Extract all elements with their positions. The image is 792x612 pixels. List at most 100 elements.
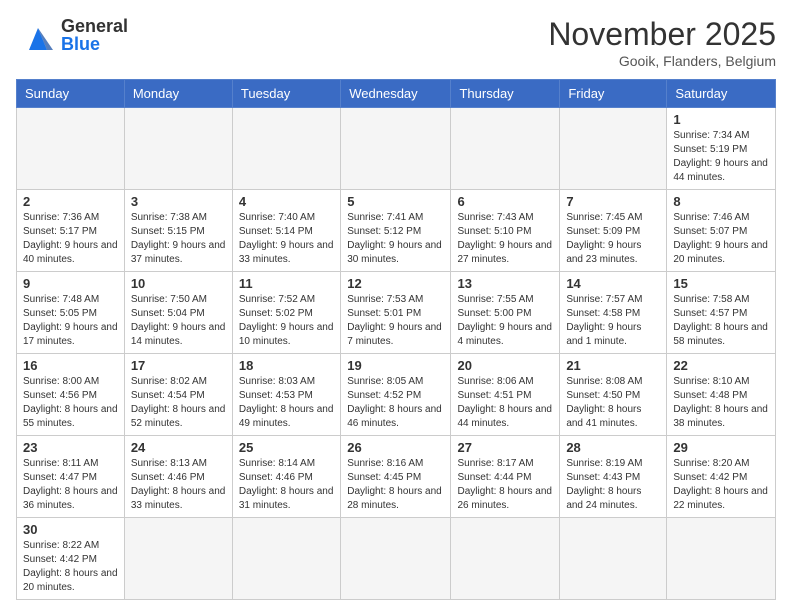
calendar-cell: 20Sunrise: 8:06 AM Sunset: 4:51 PM Dayli… <box>451 354 560 436</box>
calendar-cell: 24 Sunrise: 8:13 AM Sunset: 4:46 PM Dayli… <box>124 436 232 518</box>
calendar-cell: 6Sunrise: 7:43 AM Sunset: 5:10 PM Daylig… <box>451 190 560 272</box>
calendar-cell <box>341 108 451 190</box>
day-info: Sunrise: 8:17 AM Sunset: 4:44 PM Dayligh… <box>457 457 553 513</box>
day-number: 4 <box>239 194 334 209</box>
day-info: Sunrise: 8:03 AM Sunset: 4:53 PM Dayligh… <box>239 375 334 431</box>
day-info: Sunrise: 7:36 AM Sunset: 5:17 PM Dayligh… <box>23 211 118 267</box>
day-number: 12 <box>347 276 444 291</box>
day-number: 9 <box>23 276 118 291</box>
subtitle: Gooik, Flanders, Belgium <box>548 53 776 69</box>
calendar-cell: 23Sunrise: 8:11 AM Sunset: 4:47 PM Dayli… <box>17 436 125 518</box>
calendar-cell: 17 Sunrise: 8:02 AM Sunset: 4:54 PM Dayli… <box>124 354 232 436</box>
calendar-cell: 10 Sunrise: 7:50 AM Sunset: 5:04 PM Dayli… <box>124 272 232 354</box>
weekday-header-row: SundayMondayTuesdayWednesdayThursdayFrid… <box>17 80 776 108</box>
calendar-cell: 1 Sunrise: 7:34 AM Sunset: 5:19 PM Daylig… <box>667 108 776 190</box>
day-info: Sunrise: 7:48 AM Sunset: 5:05 PM Dayligh… <box>23 293 118 349</box>
day-number: 29 <box>673 440 769 455</box>
calendar-cell <box>17 108 125 190</box>
day-info: Sunrise: 7:55 AM Sunset: 5:00 PM Dayligh… <box>457 293 553 349</box>
day-info: Sunrise: 8:22 AM Sunset: 4:42 PM Dayligh… <box>23 539 118 595</box>
main-title: November 2025 <box>548 16 776 53</box>
day-info: Sunrise: 8:00 AM Sunset: 4:56 PM Dayligh… <box>23 375 118 431</box>
day-number: 28 <box>566 440 660 455</box>
day-info: Sunrise: 8:10 AM Sunset: 4:48 PM Dayligh… <box>673 375 769 431</box>
weekday-header-friday: Friday <box>560 80 667 108</box>
weekday-header-sunday: Sunday <box>17 80 125 108</box>
calendar-cell: 19 Sunrise: 8:05 AM Sunset: 4:52 PM Dayli… <box>341 354 451 436</box>
calendar-cell: 12 Sunrise: 7:53 AM Sunset: 5:01 PM Dayli… <box>341 272 451 354</box>
calendar-cell <box>560 108 667 190</box>
calendar-cell: 11Sunrise: 7:52 AM Sunset: 5:02 PM Dayli… <box>232 272 340 354</box>
day-number: 24 <box>131 440 226 455</box>
day-number: 5 <box>347 194 444 209</box>
day-number: 26 <box>347 440 444 455</box>
calendar-cell <box>451 108 560 190</box>
logo-svg <box>19 16 57 54</box>
day-info: Sunrise: 8:08 AM Sunset: 4:50 PM Dayligh… <box>566 375 660 431</box>
day-info: Sunrise: 8:13 AM Sunset: 4:46 PM Dayligh… <box>131 457 226 513</box>
weekday-header-thursday: Thursday <box>451 80 560 108</box>
day-info: Sunrise: 7:41 AM Sunset: 5:12 PM Dayligh… <box>347 211 444 267</box>
day-number: 22 <box>673 358 769 373</box>
day-info: Sunrise: 7:46 AM Sunset: 5:07 PM Dayligh… <box>673 211 769 267</box>
day-number: 17 <box>131 358 226 373</box>
day-number: 10 <box>131 276 226 291</box>
calendar-week-1: 2 Sunrise: 7:36 AM Sunset: 5:17 PM Daylig… <box>17 190 776 272</box>
calendar-cell: 15Sunrise: 7:58 AM Sunset: 4:57 PM Dayli… <box>667 272 776 354</box>
day-number: 19 <box>347 358 444 373</box>
calendar-cell: 13 Sunrise: 7:55 AM Sunset: 5:00 PM Dayli… <box>451 272 560 354</box>
calendar-week-5: 30Sunrise: 8:22 AM Sunset: 4:42 PM Dayli… <box>17 518 776 600</box>
calendar-cell: 22 Sunrise: 8:10 AM Sunset: 4:48 PM Dayli… <box>667 354 776 436</box>
calendar-cell: 28Sunrise: 8:19 AM Sunset: 4:43 PM Dayli… <box>560 436 667 518</box>
calendar-week-0: 1 Sunrise: 7:34 AM Sunset: 5:19 PM Daylig… <box>17 108 776 190</box>
calendar-cell <box>451 518 560 600</box>
calendar-cell: 3 Sunrise: 7:38 AM Sunset: 5:15 PM Daylig… <box>124 190 232 272</box>
day-info: Sunrise: 7:57 AM Sunset: 4:58 PM Dayligh… <box>566 293 660 349</box>
day-info: Sunrise: 7:50 AM Sunset: 5:04 PM Dayligh… <box>131 293 226 349</box>
day-number: 6 <box>457 194 553 209</box>
calendar-cell: 2 Sunrise: 7:36 AM Sunset: 5:17 PM Daylig… <box>17 190 125 272</box>
day-number: 13 <box>457 276 553 291</box>
calendar-cell: 25Sunrise: 8:14 AM Sunset: 4:46 PM Dayli… <box>232 436 340 518</box>
day-number: 25 <box>239 440 334 455</box>
calendar-cell: 30Sunrise: 8:22 AM Sunset: 4:42 PM Dayli… <box>17 518 125 600</box>
day-info: Sunrise: 7:38 AM Sunset: 5:15 PM Dayligh… <box>131 211 226 267</box>
header: General Blue November 2025 Gooik, Flande… <box>16 16 776 69</box>
day-info: Sunrise: 8:11 AM Sunset: 4:47 PM Dayligh… <box>23 457 118 513</box>
calendar-cell: 16 Sunrise: 8:00 AM Sunset: 4:56 PM Dayli… <box>17 354 125 436</box>
day-number: 16 <box>23 358 118 373</box>
day-info: Sunrise: 7:45 AM Sunset: 5:09 PM Dayligh… <box>566 211 660 267</box>
calendar-week-2: 9 Sunrise: 7:48 AM Sunset: 5:05 PM Daylig… <box>17 272 776 354</box>
day-info: Sunrise: 7:53 AM Sunset: 5:01 PM Dayligh… <box>347 293 444 349</box>
calendar-week-4: 23Sunrise: 8:11 AM Sunset: 4:47 PM Dayli… <box>17 436 776 518</box>
day-number: 21 <box>566 358 660 373</box>
weekday-header-wednesday: Wednesday <box>341 80 451 108</box>
day-info: Sunrise: 7:40 AM Sunset: 5:14 PM Dayligh… <box>239 211 334 267</box>
day-info: Sunrise: 8:05 AM Sunset: 4:52 PM Dayligh… <box>347 375 444 431</box>
calendar-cell: 5 Sunrise: 7:41 AM Sunset: 5:12 PM Daylig… <box>341 190 451 272</box>
calendar-cell: 29Sunrise: 8:20 AM Sunset: 4:42 PM Dayli… <box>667 436 776 518</box>
calendar-cell: 9 Sunrise: 7:48 AM Sunset: 5:05 PM Daylig… <box>17 272 125 354</box>
calendar-cell <box>341 518 451 600</box>
calendar-cell <box>667 518 776 600</box>
day-number: 1 <box>673 112 769 127</box>
page: General Blue November 2025 Gooik, Flande… <box>0 0 792 612</box>
calendar-table: SundayMondayTuesdayWednesdayThursdayFrid… <box>16 79 776 600</box>
day-number: 3 <box>131 194 226 209</box>
day-number: 7 <box>566 194 660 209</box>
calendar-cell <box>124 108 232 190</box>
day-number: 2 <box>23 194 118 209</box>
logo-general: General <box>61 17 128 35</box>
day-info: Sunrise: 8:02 AM Sunset: 4:54 PM Dayligh… <box>131 375 226 431</box>
calendar-cell: 4 Sunrise: 7:40 AM Sunset: 5:14 PM Daylig… <box>232 190 340 272</box>
weekday-header-tuesday: Tuesday <box>232 80 340 108</box>
calendar-cell <box>232 518 340 600</box>
day-number: 8 <box>673 194 769 209</box>
calendar-cell <box>560 518 667 600</box>
calendar-cell: 27 Sunrise: 8:17 AM Sunset: 4:44 PM Dayli… <box>451 436 560 518</box>
day-number: 14 <box>566 276 660 291</box>
day-number: 27 <box>457 440 553 455</box>
logo-text: General Blue <box>61 17 128 53</box>
day-info: Sunrise: 7:34 AM Sunset: 5:19 PM Dayligh… <box>673 129 769 185</box>
day-info: Sunrise: 7:52 AM Sunset: 5:02 PM Dayligh… <box>239 293 334 349</box>
